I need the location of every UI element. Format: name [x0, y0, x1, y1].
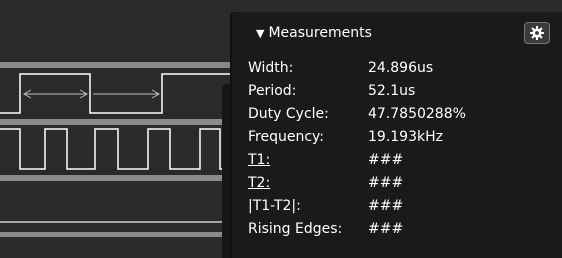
- settings-button[interactable]: [524, 22, 550, 44]
- measurement-value: 47.7850288%: [368, 106, 466, 122]
- measurement-label-link[interactable]: T2:: [248, 175, 270, 191]
- channel-separator: [0, 232, 240, 237]
- measurement-label-link[interactable]: T1:: [248, 152, 270, 168]
- measurement-row: Period: 52.1us: [248, 83, 558, 106]
- panel-title-text: Measurements: [268, 25, 372, 41]
- measurement-label: |T1-T2|:: [248, 198, 301, 214]
- measurement-label: Period:: [248, 83, 297, 99]
- measurement-value: ###: [368, 152, 404, 168]
- measurement-value: ###: [368, 198, 404, 214]
- measurements-panel: ▼ Measurements Width: 24.896us Period: 52.1u…: [232, 12, 562, 258]
- measurement-row: T2: ###: [248, 175, 558, 198]
- logic-analyzer-view: ▼ Measurements Width: 24.896us Period: 52.1u…: [0, 0, 562, 258]
- gear-icon: [530, 26, 544, 40]
- channel-separator: [0, 175, 240, 181]
- measurement-label: Duty Cycle:: [248, 106, 329, 122]
- channel-separator: [0, 119, 240, 125]
- measurement-value: 19.193kHz: [368, 129, 443, 145]
- measurement-row: Duty Cycle: 47.7850288%: [248, 106, 558, 129]
- measurement-row: Frequency: 19.193kHz: [248, 129, 558, 152]
- panel-title[interactable]: ▼ Measurements: [256, 25, 372, 41]
- measurement-value: ###: [368, 175, 404, 191]
- channel-2-trace: [0, 128, 240, 170]
- measurement-label: Width:: [248, 60, 294, 76]
- measurement-row: Rising Edges: ###: [248, 221, 558, 244]
- measurement-row: T1: ###: [248, 152, 558, 175]
- measurement-value: ###: [368, 221, 404, 237]
- measurement-label: Frequency:: [248, 129, 325, 145]
- waveform-area[interactable]: [0, 0, 240, 258]
- panel-edge: [222, 84, 232, 258]
- measurement-value: 52.1us: [368, 83, 416, 99]
- measurement-row: Width: 24.896us: [248, 60, 558, 83]
- measurement-list: Width: 24.896us Period: 52.1us Duty Cycle: 47…: [248, 60, 558, 244]
- measurements-header[interactable]: ▼ Measurements: [232, 12, 562, 50]
- measurement-label: Rising Edges:: [248, 221, 343, 237]
- channel-separator: [0, 62, 240, 68]
- measurement-value: 24.896us: [368, 60, 434, 76]
- measurement-row: |T1-T2|: ###: [248, 198, 558, 221]
- triangle-down-icon[interactable]: ▼: [256, 27, 264, 40]
- waveform-canvas[interactable]: [0, 0, 240, 258]
